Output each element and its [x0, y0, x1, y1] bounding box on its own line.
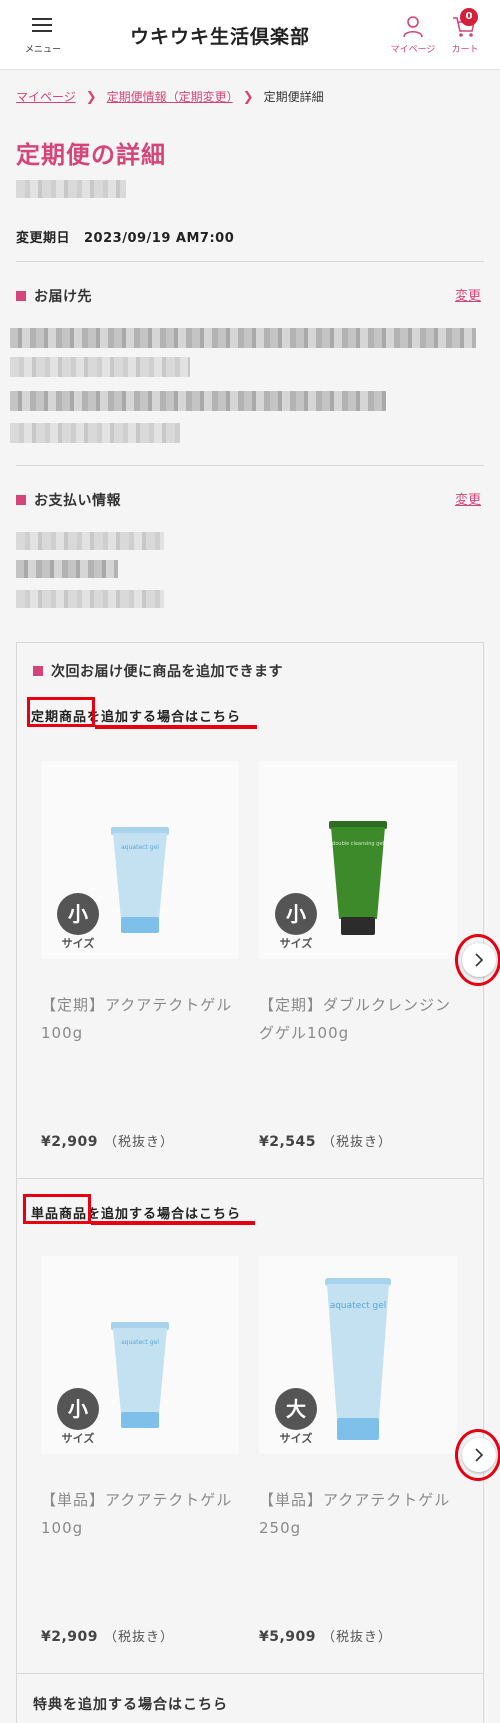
product-price: ¥2,909 （税抜き） [41, 1134, 175, 1150]
square-bullet-icon [33, 666, 43, 676]
product-image: aquatect gel 大 サイズ [259, 1256, 457, 1454]
product-name[interactable]: 【単品】アクアテクトゲル100g [41, 1486, 239, 1542]
size-badge: 小 [57, 893, 99, 935]
annotation-circle [455, 1429, 500, 1481]
redacted-text [16, 180, 126, 198]
cart-button[interactable]: 0 カート [448, 8, 482, 56]
site-logo[interactable]: ウキウキ生活倶楽部 [130, 22, 310, 49]
user-icon [403, 16, 423, 38]
product-price: ¥5,909 （税抜き） [259, 1629, 393, 1645]
product-price: ¥2,909 （税抜き） [41, 1629, 175, 1645]
size-label: サイズ [279, 937, 313, 950]
hamburger-icon [32, 18, 52, 32]
annotation-box [23, 1194, 91, 1224]
page-title: 定期便の詳細 [16, 141, 166, 169]
product-card[interactable]: double cleansing gel 小 サイズ 【定期】ダブルクレンジング… [259, 761, 457, 1151]
redacted-payment-line [16, 590, 164, 608]
product-card[interactable]: aquatect gel 小 サイズ 【単品】アクアテクトゲル100g ¥2,9… [41, 1256, 239, 1646]
redacted-address-line [10, 328, 476, 348]
add-products-panel: 次回お届け便に商品を追加できます 定期商品を追加する場合はこちら aquatec… [16, 642, 500, 1723]
regular-products-heading-rest: を追加する場合はこちら [87, 710, 242, 725]
menu-button[interactable]: メニュー [22, 14, 64, 56]
product-image: aquatect gel 小 サイズ [41, 1256, 239, 1454]
breadcrumb-link-mypage[interactable]: マイページ [16, 90, 76, 104]
divider [16, 465, 484, 466]
cart-count-badge: 0 [460, 8, 478, 26]
product-price: ¥2,545 （税抜き） [259, 1134, 393, 1150]
svg-text:aquatect gel: aquatect gel [121, 844, 159, 851]
change-deadline-label: 変更期日 [16, 231, 71, 246]
product-card[interactable]: aquatect gel 大 サイズ 【単品】アクアテクトゲル250g ¥5,9… [259, 1256, 457, 1646]
payment-change-link[interactable]: 変更 [455, 489, 481, 508]
redacted-address-line [10, 423, 180, 443]
product-name[interactable]: 【定期】アクアテクトゲル100g [41, 991, 239, 1047]
chevron-right-icon: ❯ [242, 90, 254, 105]
square-bullet-icon [16, 291, 26, 301]
product-image: double cleansing gel 小 サイズ [259, 761, 457, 959]
square-bullet-icon [16, 495, 26, 505]
annotation-box [27, 697, 95, 727]
chevron-right-icon: ❯ [85, 90, 97, 105]
cart-label: カート [451, 45, 479, 55]
size-label: サイズ [61, 937, 95, 950]
menu-label: メニュー [24, 45, 61, 55]
breadcrumb-current: 定期便詳細 [263, 90, 324, 104]
size-badge: 大 [275, 1388, 317, 1430]
payment-heading: お支払い情報 [16, 490, 121, 510]
redacted-address-line [10, 391, 386, 411]
mypage-label: マイページ [390, 45, 436, 55]
divider [17, 1178, 483, 1179]
breadcrumb: マイページ ❯ 定期便情報（定期変更） ❯ 定期便詳細 [16, 88, 324, 105]
divider [16, 261, 484, 262]
redacted-payment-line [16, 532, 164, 550]
annotation-underline [95, 725, 257, 729]
single-products-heading-rest: を追加する場合はこちら [87, 1207, 242, 1222]
divider [17, 1673, 483, 1674]
redacted-address-line [10, 357, 190, 377]
site-header: メニュー ウキウキ生活倶楽部 マイページ 0 カート [0, 0, 500, 70]
product-name[interactable]: 【定期】ダブルクレンジングゲル100g [259, 991, 457, 1047]
annotation-underline [91, 1221, 255, 1225]
svg-text:double cleansing gel: double cleansing gel [332, 841, 384, 847]
mypage-button[interactable]: マイページ [388, 14, 438, 56]
add-products-title: 次回お届け便に商品を追加できます [33, 661, 283, 681]
change-deadline: 変更期日 2023/09/19 AM7:00 [16, 227, 234, 246]
size-badge: 小 [57, 1388, 99, 1430]
size-badge: 小 [275, 893, 317, 935]
size-label: サイズ [279, 1432, 313, 1445]
redacted-payment-line [16, 560, 118, 578]
product-image: aquatect gel 小 サイズ [41, 761, 239, 959]
size-label: サイズ [61, 1432, 95, 1445]
change-deadline-value: 2023/09/19 AM7:00 [84, 231, 235, 246]
product-card[interactable]: aquatect gel 小 サイズ 【定期】アクアテクトゲル100g ¥2,9… [41, 761, 239, 1151]
annotation-circle [455, 934, 500, 986]
product-name[interactable]: 【単品】アクアテクトゲル250g [259, 1486, 457, 1542]
bonus-heading[interactable]: 特典を追加する場合はこちら [33, 1694, 228, 1714]
delivery-change-link[interactable]: 変更 [455, 285, 481, 304]
svg-text:aquatect gel: aquatect gel [121, 1339, 159, 1346]
delivery-heading: お届け先 [16, 286, 92, 306]
breadcrumb-link-subscription[interactable]: 定期便情報（定期変更） [107, 90, 233, 104]
svg-text:aquatect gel: aquatect gel [330, 1301, 387, 1311]
